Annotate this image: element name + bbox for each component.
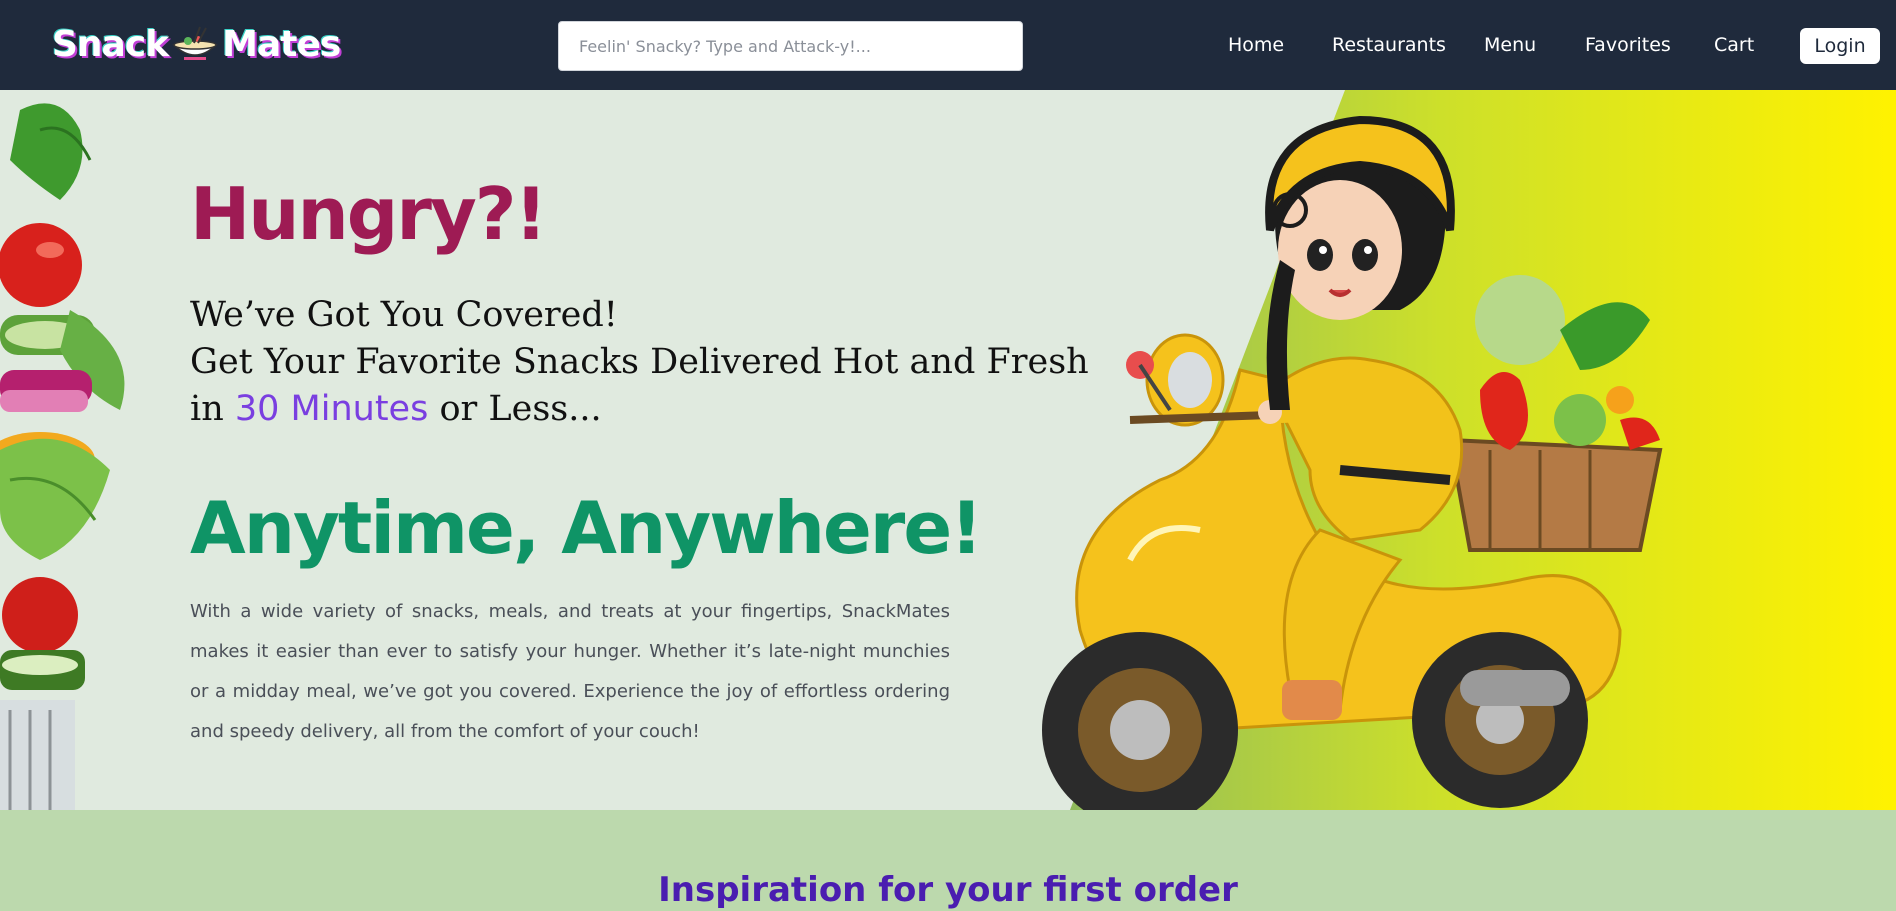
tagline-suffix: or Less...	[428, 389, 602, 429]
login-button[interactable]: Login	[1800, 28, 1880, 64]
nav-item-menu[interactable]: Menu	[1484, 0, 1536, 90]
delivery-rider-scooter-image	[1042, 115, 1663, 810]
tagline-line-1: We’ve Got You Covered!	[190, 295, 618, 335]
hero-section: Hungry?! We’ve Got You Covered! Get Your…	[0, 90, 1896, 810]
nav-link-home[interactable]: Home	[1228, 34, 1284, 56]
noodle-bowl-icon	[170, 25, 220, 63]
nav-link-favorites[interactable]: Favorites	[1585, 34, 1671, 56]
nav-item-favorites[interactable]: Favorites	[1585, 0, 1671, 90]
vegetable-stack-image	[0, 103, 125, 810]
tagline-highlight: 30 Minutes	[234, 389, 429, 429]
inspiration-section: Inspiration for your first order	[0, 810, 1896, 911]
logo-text-left: Snack	[52, 23, 169, 65]
tagline-line-3: in 30 Minutes or Less...	[190, 386, 1089, 433]
nav-item-home[interactable]: Home	[1228, 0, 1284, 90]
nav-link-cart[interactable]: Cart	[1714, 34, 1754, 56]
hero-description: With a wide variety of snacks, meals, an…	[190, 601, 950, 742]
nav-item-restaurants[interactable]: Restaurants	[1332, 0, 1446, 90]
nav-link-menu[interactable]: Menu	[1484, 34, 1536, 56]
hero-headline: Hungry?!	[190, 172, 547, 256]
hero-subheadline: Anytime, Anywhere!	[190, 486, 983, 570]
site-logo[interactable]: Snack Mates	[52, 22, 341, 66]
nav-link-restaurants[interactable]: Restaurants	[1332, 34, 1446, 56]
search-input[interactable]	[558, 21, 1023, 71]
hero-tagline: We’ve Got You Covered! Get Your Favorite…	[190, 292, 1089, 433]
tagline-prefix: in	[190, 389, 235, 429]
tagline-line-2: Get Your Favorite Snacks Delivered Hot a…	[190, 342, 1089, 382]
nav-item-cart[interactable]: Cart	[1714, 0, 1754, 90]
logo-text-right: Mates	[222, 23, 341, 65]
top-navbar: Snack Mates Home Restaurants Menu Favori…	[0, 0, 1896, 90]
inspiration-title: Inspiration for your first order	[658, 870, 1238, 910]
